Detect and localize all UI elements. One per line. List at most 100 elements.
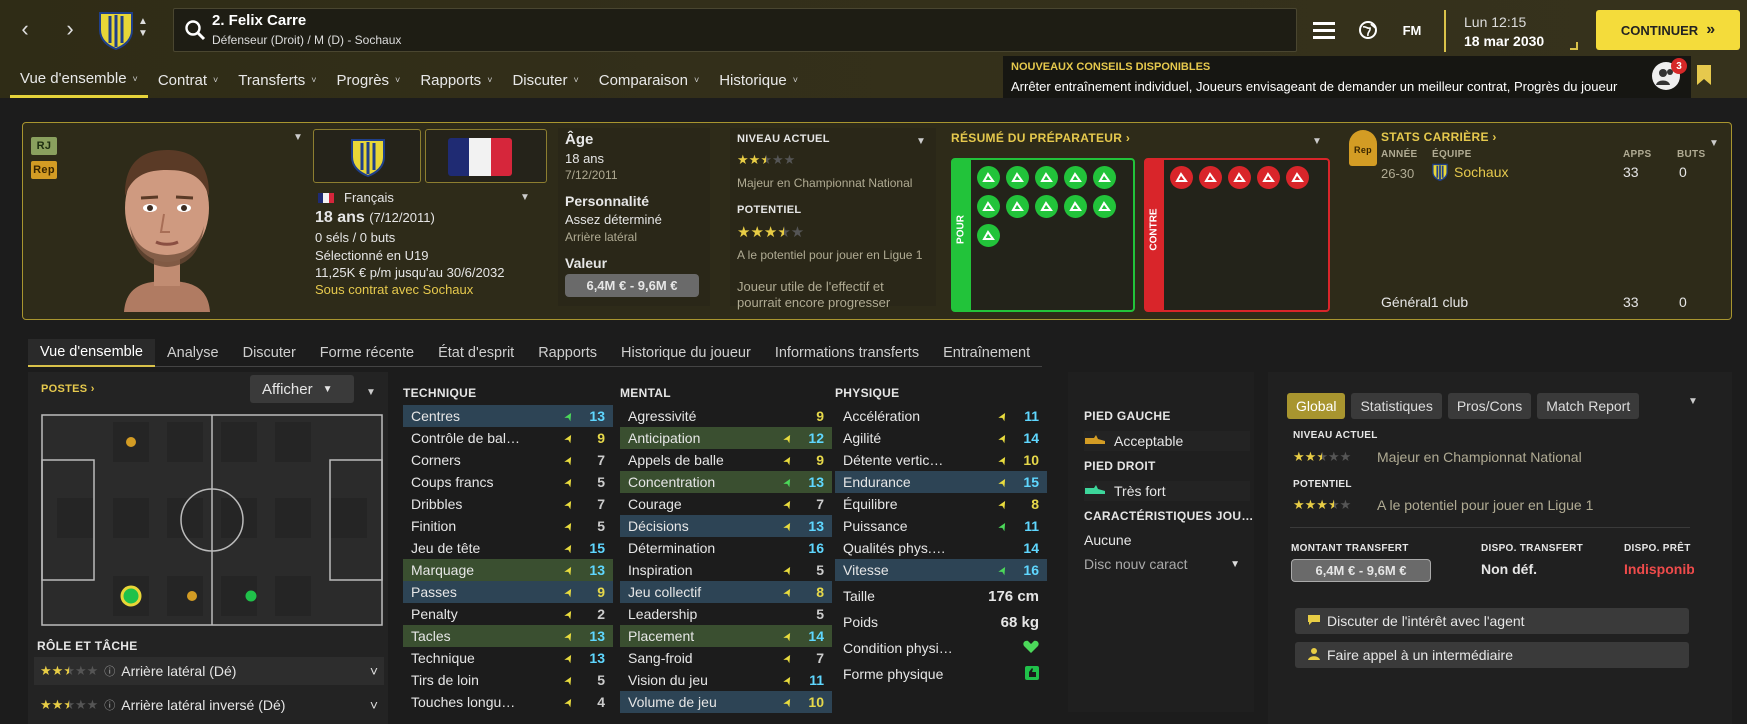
selected-text: Sélectionné en U19 [315, 248, 429, 263]
attr-corners[interactable]: Corners ➤ 7 [403, 449, 613, 471]
subtab-rapports[interactable]: Rapports [526, 339, 609, 367]
career-dropdown-icon[interactable]: ▼ [1709, 138, 1719, 149]
pitch[interactable] [41, 414, 383, 626]
attr-marquage[interactable]: Marquage ➤ 13 [403, 559, 613, 581]
attr-vitesse[interactable]: Vitesse ➤ 16 [835, 559, 1047, 581]
attr-appels-de-balle[interactable]: Appels de balle ➤ 9 [620, 449, 832, 471]
subtab-analyse[interactable]: Analyse [155, 339, 231, 367]
tab-transferts[interactable]: Transferts ˅ [228, 62, 326, 98]
career-stats-link[interactable]: STATS CARRIÈRE › [1381, 130, 1497, 144]
date-box[interactable]: Lun 12:15 18 mar 2030 [1444, 10, 1584, 52]
overview-dropdown-icon[interactable]: ▼ [1688, 396, 1698, 407]
tab-historique[interactable]: Historique ˅ [709, 62, 808, 98]
attr-tacles[interactable]: Tacles ➤ 13 [403, 625, 613, 647]
bookmark-icon[interactable] [1696, 64, 1712, 89]
club-crest-box[interactable] [313, 129, 421, 183]
attr-passes[interactable]: Passes ➤ 9 [403, 581, 613, 603]
subtab-entrainement[interactable]: Entraînement [931, 339, 1042, 367]
attr-inspiration[interactable]: Inspiration ➤ 5 [620, 559, 832, 581]
attr-determination[interactable]: Détermination 16 [620, 537, 832, 559]
career-team-link[interactable]: Sochaux [1454, 164, 1508, 180]
attr-technique[interactable]: Technique ➤ 13 [403, 647, 613, 669]
ability-dropdown-icon[interactable]: ▼ [916, 136, 926, 147]
tab-label: Transferts [238, 71, 306, 89]
attr-puissance[interactable]: Puissance ➤ 11 [835, 515, 1047, 537]
attr-anticipation[interactable]: Anticipation ➤ 12 [620, 427, 832, 449]
tab-discuter[interactable]: Discuter ˅ [502, 62, 588, 98]
menu-icon[interactable] [1308, 14, 1340, 46]
subtab-forme-recente[interactable]: Forme récente [308, 339, 426, 367]
agent-interest-button[interactable]: Discuter de l'intérêt avec l'agent [1295, 608, 1689, 634]
subtab-vue-d-ensemble[interactable]: Vue d'ensemble [28, 339, 155, 367]
attr-tirs-de-loin[interactable]: Tirs de loin ➤ 5 [403, 669, 613, 691]
back-arrow-icon[interactable]: ‹ [10, 14, 40, 44]
attr-jeu-collectif[interactable]: Jeu collectif ➤ 8 [620, 581, 832, 603]
attr-dribbles[interactable]: Dribbles ➤ 7 [403, 493, 613, 515]
arrow-up-icon: ➤ [780, 673, 796, 688]
positions-more-icon[interactable]: ▼ [366, 387, 376, 398]
tab-progres[interactable]: Progrès ˅ [327, 62, 411, 98]
attr-jeu-de-tete[interactable]: Jeu de tête ➤ 15 [403, 537, 613, 559]
coach-report-link[interactable]: RÉSUMÉ DU PRÉPARATEUR › [951, 131, 1130, 145]
intermediary-button[interactable]: Faire appel à un intermédiaire [1295, 642, 1689, 668]
subtab-informations-transferts[interactable]: Informations transferts [763, 339, 931, 367]
subtab-etat-d-esprit[interactable]: État d'esprit [426, 339, 526, 367]
continue-button[interactable]: CONTINUER » [1596, 10, 1740, 50]
attr-agressivite[interactable]: Agressivité 9 [620, 405, 832, 427]
nation-flag-box[interactable] [425, 129, 547, 183]
attr-placement[interactable]: Placement ➤ 14 [620, 625, 832, 647]
attr-endurance[interactable]: Endurance ➤ 15 [835, 471, 1047, 493]
attr-acceleration[interactable]: Accélération ➤ 11 [835, 405, 1047, 427]
positions-link[interactable]: POSTES › [41, 383, 95, 395]
arrow-up-icon: ➤ [561, 497, 577, 512]
attr-controle-de-bal[interactable]: Contrôle de bal… ➤ 9 [403, 427, 613, 449]
role-row[interactable]: ★★★★★ ⓘ Arrière latéral inversé (Dé) ˅ [34, 691, 384, 719]
attr-courage[interactable]: Courage ➤ 7 [620, 493, 832, 515]
player-search-bar[interactable]: 2. Felix Carre Défenseur (Droit) / M (D)… [173, 8, 1297, 52]
club-crest-icon[interactable] [98, 10, 134, 51]
traits-select[interactable]: Disc nouv caract ▼ [1084, 554, 1250, 574]
attr-touches-longu[interactable]: Touches longu… ➤ 4 [403, 691, 613, 713]
arrow-up-icon: ➤ [995, 497, 1011, 512]
overview-tab-pros-cons[interactable]: Pros/Cons [1447, 393, 1532, 419]
advice-text: Arrêter entraînement individuel, Joueurs… [1011, 79, 1618, 94]
attr-volume-de-jeu[interactable]: Volume de jeu ➤ 10 [620, 691, 832, 713]
attr-qualites-phys[interactable]: Qualités phys.… 14 [835, 537, 1047, 559]
tab-contrat[interactable]: Contrat ˅ [148, 62, 228, 98]
attr-finition[interactable]: Finition ➤ 5 [403, 515, 613, 537]
age-value: 18 ans [565, 151, 605, 166]
attr-equilibre[interactable]: Équilibre ➤ 8 [835, 493, 1047, 515]
tab-rapports[interactable]: Rapports ˅ [410, 62, 502, 98]
attr-concentration[interactable]: Concentration ➤ 13 [620, 471, 832, 493]
globe-icon[interactable] [1352, 14, 1384, 46]
tab-vue-d-ensemble[interactable]: Vue d'ensemble ˅ [10, 62, 148, 98]
club-switch-icon[interactable]: ▲ ▼ [138, 16, 148, 40]
attr-coups-francs[interactable]: Coups francs ➤ 5 [403, 471, 613, 493]
attr-penalty[interactable]: Penalty ➤ 2 [403, 603, 613, 625]
attr-vision-du-jeu[interactable]: Vision du jeu ➤ 11 [620, 669, 832, 691]
attr-agilite[interactable]: Agilité ➤ 14 [835, 427, 1047, 449]
contract-link[interactable]: Sous contrat avec Sochaux [315, 282, 473, 297]
subtab-discuter[interactable]: Discuter [231, 339, 308, 367]
forward-arrow-icon[interactable]: › [55, 14, 85, 44]
show-dropdown[interactable]: Afficher ▼ [250, 375, 354, 403]
photo-dropdown-icon[interactable]: ▼ [293, 132, 303, 143]
coach-dropdown-icon[interactable]: ▼ [1312, 136, 1322, 147]
attr-detente-vertic[interactable]: Détente vertic… ➤ 10 [835, 449, 1047, 471]
tab-comparaison[interactable]: Comparaison ˅ [589, 62, 709, 98]
fm-logo[interactable]: FM [1396, 14, 1428, 46]
role-row[interactable]: ★★★★★ ⓘ Arrière latéral (Dé) ˅ [34, 657, 384, 685]
nation-dropdown-icon[interactable]: ▼ [520, 192, 530, 203]
subtab-historique-du-joueur[interactable]: Historique du joueur [609, 339, 763, 367]
attr-sang-froid[interactable]: Sang-froid ➤ 7 [620, 647, 832, 669]
chevron-down-icon: ˅ [369, 663, 378, 679]
attr-decisions[interactable]: Décisions ➤ 13 [620, 515, 832, 537]
overview-tab-statistiques[interactable]: Statistiques [1351, 393, 1442, 419]
attr-centres[interactable]: Centres ➤ 13 [403, 405, 613, 427]
attr-leadership[interactable]: Leadership 5 [620, 603, 832, 625]
role-name: Arrière latéral (Dé) [121, 663, 237, 679]
overview-tab-global[interactable]: Global [1287, 393, 1346, 419]
potential-stars: ★★★★★ [737, 224, 805, 241]
overview-tab-match-report[interactable]: Match Report [1537, 393, 1640, 419]
advice-banner[interactable]: NOUVEAUX CONSEILS DISPONIBLES Arrêter en… [1003, 56, 1691, 98]
